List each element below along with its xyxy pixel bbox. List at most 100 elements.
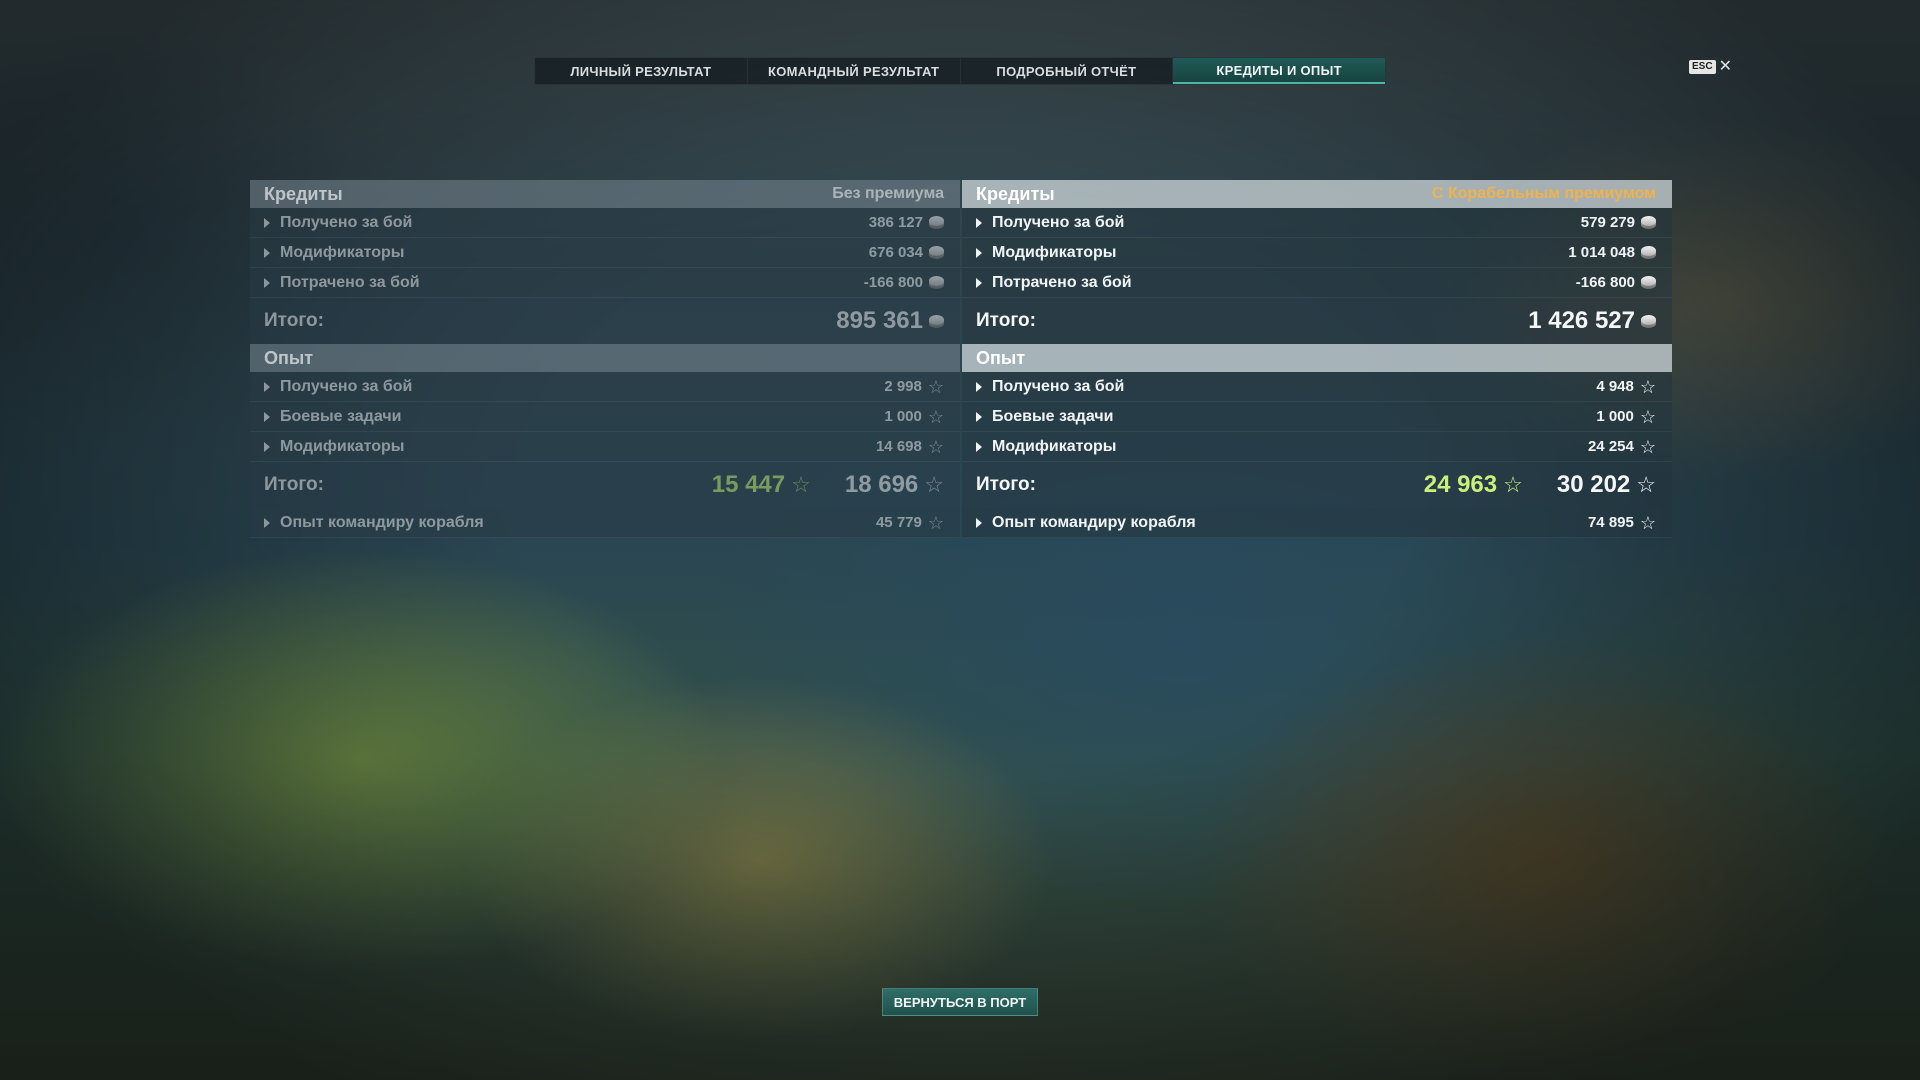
chevron-right-icon — [264, 517, 270, 528]
star-icon: ☆ — [924, 472, 944, 497]
credits-total: Итого: 1 426 527 — [962, 298, 1672, 344]
credit-coin-icon — [1641, 276, 1656, 289]
esc-key-badge: ESC — [1689, 60, 1716, 74]
panel-with-premium: Кредиты С Корабельным премиумом Получено… — [962, 180, 1672, 538]
premium-label: С Корабельным премиумом — [1431, 185, 1656, 202]
xp-total-value: 30 202 — [1556, 471, 1631, 498]
credit-coin-icon — [929, 246, 944, 259]
background-vignette — [0, 0, 1920, 1080]
row-value: -166 800 — [863, 274, 923, 291]
credits-row-modifiers[interactable]: Модификаторы 676 034 — [250, 238, 960, 268]
row-value: 1 014 048 — [1568, 244, 1635, 261]
chevron-right-icon — [264, 247, 270, 258]
credits-title: Кредиты — [976, 183, 1055, 204]
row-label: Боевые задачи — [280, 407, 402, 425]
total-label: Итого: — [976, 310, 1036, 331]
star-icon: ☆ — [1639, 512, 1656, 533]
row-label: Получено за бой — [992, 377, 1125, 395]
star-icon: ☆ — [791, 472, 811, 497]
row-value: 24 254 — [1587, 438, 1634, 455]
row-value: 1 000 — [884, 408, 922, 425]
commander-xp-row[interactable]: Опыт командиру корабля 45 779 ☆ — [250, 508, 960, 538]
star-icon: ☆ — [927, 512, 944, 533]
chevron-right-icon — [264, 411, 270, 422]
tab-credits-and-xp[interactable]: КРЕДИТЫ И ОПЫТ — [1173, 58, 1385, 84]
xp-row-modifiers[interactable]: Модификаторы 24 254 ☆ — [962, 432, 1672, 462]
chevron-right-icon — [976, 217, 982, 228]
total-label: Итого: — [264, 310, 324, 331]
chevron-right-icon — [264, 277, 270, 288]
credit-coin-icon — [929, 216, 944, 229]
star-icon: ☆ — [927, 376, 944, 397]
commander-xp-row[interactable]: Опыт командиру корабля 74 895 ☆ — [962, 508, 1672, 538]
credits-header: Кредиты Без премиума — [250, 180, 960, 208]
row-label: Модификаторы — [280, 437, 405, 455]
star-icon: ☆ — [1636, 472, 1656, 497]
tab-detailed-report[interactable]: ПОДРОБНЫЙ ОТЧЁТ — [961, 58, 1174, 84]
xp-total: Итого: 15 447 ☆ 18 696 ☆ — [250, 462, 960, 508]
tab-team-result[interactable]: КОМАНДНЫЙ РЕЗУЛЬТАТ — [748, 58, 961, 84]
chevron-right-icon — [976, 411, 982, 422]
xp-row-combat-missions[interactable]: Боевые задачи 1 000 ☆ — [250, 402, 960, 432]
row-value: 45 779 — [875, 514, 922, 531]
credits-header: Кредиты С Корабельным премиумом — [962, 180, 1672, 208]
row-label: Получено за бой — [280, 213, 413, 231]
chevron-right-icon — [976, 517, 982, 528]
credits-total-value: 895 361 — [836, 307, 923, 334]
star-icon: ☆ — [927, 436, 944, 457]
chevron-right-icon — [976, 247, 982, 258]
close-icon: ✕ — [1718, 58, 1732, 75]
xp-row-earned[interactable]: Получено за бой 2 998 ☆ — [250, 372, 960, 402]
credits-row-spent[interactable]: Потрачено за бой -166 800 — [250, 268, 960, 298]
row-label: Опыт командиру корабля — [280, 513, 484, 531]
row-label: Модификаторы — [992, 243, 1117, 261]
credit-coin-icon — [1641, 314, 1656, 328]
free-xp-total-value: 24 963 — [1423, 471, 1498, 498]
return-to-port-button[interactable]: ВЕРНУТЬСЯ В ПОРТ — [882, 988, 1038, 1016]
credits-row-earned[interactable]: Получено за бой 386 127 — [250, 208, 960, 238]
star-icon: ☆ — [1639, 436, 1656, 457]
free-xp-total-value: 15 447 — [711, 471, 786, 498]
credit-coin-icon — [929, 314, 944, 328]
chevron-right-icon — [976, 381, 982, 392]
chevron-right-icon — [264, 217, 270, 228]
results-tab-bar: ЛИЧНЫЙ РЕЗУЛЬТАТ КОМАНДНЫЙ РЕЗУЛЬТАТ ПОД… — [534, 57, 1386, 85]
total-label: Итого: — [976, 474, 1036, 495]
row-label: Боевые задачи — [992, 407, 1114, 425]
row-label: Модификаторы — [280, 243, 405, 261]
credits-total-value: 1 426 527 — [1528, 307, 1635, 334]
row-label: Потрачено за бой — [280, 273, 420, 291]
close-button[interactable]: ESC ✕ — [1689, 58, 1732, 75]
row-value: 386 127 — [868, 214, 923, 231]
row-value: 579 279 — [1580, 214, 1635, 231]
chevron-right-icon — [976, 441, 982, 452]
credits-row-modifiers[interactable]: Модификаторы 1 014 048 — [962, 238, 1672, 268]
credits-row-earned[interactable]: Получено за бой 579 279 — [962, 208, 1672, 238]
star-icon: ☆ — [1639, 376, 1656, 397]
chevron-right-icon — [976, 277, 982, 288]
xp-row-modifiers[interactable]: Модификаторы 14 698 ☆ — [250, 432, 960, 462]
credits-title: Кредиты — [264, 183, 343, 204]
row-label: Модификаторы — [992, 437, 1117, 455]
xp-row-earned[interactable]: Получено за бой 4 948 ☆ — [962, 372, 1672, 402]
row-label: Потрачено за бой — [992, 273, 1132, 291]
row-value: 2 998 — [884, 378, 922, 395]
row-value: 4 948 — [1596, 378, 1634, 395]
xp-row-combat-missions[interactable]: Боевые задачи 1 000 ☆ — [962, 402, 1672, 432]
star-icon: ☆ — [927, 406, 944, 427]
tab-personal-result[interactable]: ЛИЧНЫЙ РЕЗУЛЬТАТ — [535, 58, 748, 84]
star-icon: ☆ — [1639, 406, 1656, 427]
credits-row-spent[interactable]: Потрачено за бой -166 800 — [962, 268, 1672, 298]
xp-title: Опыт — [264, 347, 314, 368]
xp-total-value: 18 696 — [844, 471, 919, 498]
credit-coin-icon — [929, 276, 944, 289]
row-label: Получено за бой — [280, 377, 413, 395]
chevron-right-icon — [264, 441, 270, 452]
row-value: 676 034 — [868, 244, 923, 261]
row-label: Опыт командиру корабля — [992, 513, 1196, 531]
credit-coin-icon — [1641, 216, 1656, 229]
total-label: Итого: — [264, 474, 324, 495]
credits-total: Итого: 895 361 — [250, 298, 960, 344]
star-icon: ☆ — [1503, 472, 1523, 497]
xp-header: Опыт — [250, 344, 960, 372]
